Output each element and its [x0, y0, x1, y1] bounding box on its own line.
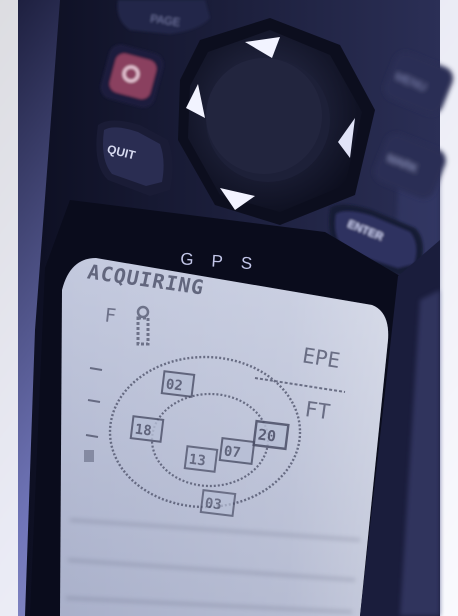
satellite-label: 13: [188, 452, 207, 470]
satellite-label: 20: [257, 425, 277, 445]
satellite-marker: 13: [183, 445, 219, 473]
satellite-marker: 07: [218, 437, 256, 465]
satellite-label: 18: [134, 422, 153, 440]
f-label: F: [104, 304, 118, 327]
satellite-label: 03: [204, 495, 223, 513]
satellite-label: 07: [223, 443, 242, 461]
ft-unit-label: FT: [303, 397, 332, 424]
satellite-marker: 02: [160, 370, 196, 398]
satellite-marker: 03: [199, 489, 237, 517]
satellite-marker: 18: [129, 415, 165, 443]
lcd-screen: ACQUIRING F EPE FT 02 18 07 20 13 03: [60, 258, 389, 616]
gps-photo: PAGE QUIT MENU MARK ENTER GPS ACQUIRING …: [0, 0, 458, 616]
satellite-marker: 20: [252, 419, 290, 451]
satellite-label: 02: [165, 377, 184, 395]
